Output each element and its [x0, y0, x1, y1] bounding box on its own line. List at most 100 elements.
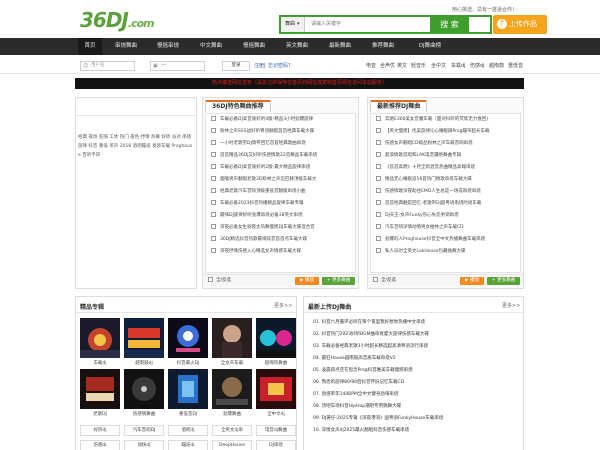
checkbox[interactable]: [211, 163, 216, 169]
password-field[interactable]: ▣ ••: [150, 61, 205, 71]
checkbox[interactable]: [211, 115, 216, 121]
album-cover[interactable]: [212, 318, 252, 358]
list-item[interactable]: 【英文慢摇】优美旋律沁心睡眠踩Prog蹦窄超长车载: [376, 127, 490, 137]
album-label[interactable]: 超嗨热舞曲: [254, 360, 298, 366]
album-cover[interactable]: [124, 318, 164, 358]
category-tag[interactable]: 全英文dj串: [212, 425, 252, 436]
list-item[interactable]: 36DJ精选抖音热歌最嗨炫音首首点车载大碟: [211, 235, 307, 245]
search-button[interactable]: 搜 索: [430, 17, 469, 32]
checkbox[interactable]: [376, 163, 381, 169]
album-cover[interactable]: [80, 369, 120, 409]
list-item[interactable]: 经典老歌汽车音响顶级重低音翻版串烧小曲: [211, 187, 306, 197]
checkbox[interactable]: [376, 187, 381, 193]
list-item[interactable]: 劲爆的人Proghouse抖音全中文热播舞曲车载串烧: [376, 235, 485, 245]
list-item[interactable]: 06. 熟悉的旋律80/90后抖音怀旧记忆车载CD: [313, 378, 404, 388]
category-tag[interactable]: 伤感dj: [80, 440, 120, 450]
nav-item-newest[interactable]: 最新舞曲: [322, 38, 358, 55]
quick-link-car-dj[interactable]: 车载dj: [451, 62, 466, 70]
list-item[interactable]: 汽车音响深情动情男女柏林之声车载CD: [376, 223, 464, 233]
list-item[interactable]: 04. 最狂House越南鼓高音质车载串烧V2: [313, 354, 396, 364]
play-button[interactable]: ▶ 播放: [460, 277, 484, 285]
quick-link-english[interactable]: 英文: [397, 62, 407, 70]
album-cover[interactable]: [124, 369, 164, 409]
list-item[interactable]: 粉林之声SSS战好听粤语翻唱首首经典车载大碟: [211, 127, 314, 137]
category-tag[interactable]: 蹦迪dj: [168, 440, 208, 450]
list-item[interactable]: 首首经典翻是回忆-老歌带DJ超粤语串烧时尚车载: [376, 199, 481, 209]
album-cover[interactable]: [168, 369, 208, 409]
login-button[interactable]: 登录: [222, 61, 250, 71]
more-songs-button[interactable]: + 更多舞曲: [322, 277, 355, 285]
checkbox[interactable]: [211, 127, 216, 133]
checkbox[interactable]: [211, 223, 216, 229]
checkbox[interactable]: [211, 247, 216, 253]
albums-more-link[interactable]: 更多>>: [274, 302, 292, 309]
list-item[interactable]: 08. 顶吧车场抖音HipHop潮吧专用跳舞大碟: [313, 402, 401, 412]
notice-banner[interactable]: 热点推送网址发布（请关注并保存在首页的网址或复制首页网址访问本站服务）: [75, 78, 524, 89]
select-all-checkbox[interactable]: [208, 277, 213, 282]
list-item[interactable]: 07. 劲感率年140BPM全中文健身劲嗨串烧: [313, 390, 398, 400]
album-cover[interactable]: [256, 369, 296, 409]
nav-item-slow-medley[interactable]: 慢摇串烧: [150, 38, 186, 55]
checkbox[interactable]: [211, 151, 216, 157]
category-tag[interactable]: 好听dj: [80, 425, 120, 436]
album-label[interactable]: 越南鼓dj: [122, 360, 166, 366]
list-item[interactable]: 首首精品36DJ又好听伤感情歌22首精品车载串烧: [211, 151, 317, 161]
list-item[interactable]: 深夜必备女生剥夜太热舞慢摇DJ车载大碟混合音: [211, 223, 315, 233]
more-songs-button[interactable]: + 更多舞曲: [487, 277, 520, 285]
album-cover[interactable]: [212, 369, 252, 409]
forgot-password-link[interactable]: 忘记密码?: [268, 62, 291, 70]
checkbox[interactable]: [211, 187, 216, 193]
category-tag[interactable]: DeepHouse: [212, 440, 252, 450]
album-cover[interactable]: [256, 318, 296, 358]
quick-link-vietnam-drum[interactable]: 越南鼓: [489, 62, 504, 70]
list-item[interactable]: 精品无心睡眠追18首热门情歌串烧车载大碟: [376, 175, 472, 185]
list-item[interactable]: 深夜抒情伤感入心精选女声情感车载大碟: [211, 247, 301, 257]
checkbox[interactable]: [376, 151, 381, 157]
checkbox[interactable]: [376, 199, 381, 205]
list-item[interactable]: 最嗨DJ旋律好听劲爆串烧必备38英文串烧: [211, 211, 303, 221]
nav-item-slow[interactable]: 慢摇舞曲: [236, 38, 272, 55]
checkbox[interactable]: [376, 223, 381, 229]
select-all-label[interactable]: 全/反选: [216, 277, 231, 285]
nav-item-english[interactable]: 英文舞曲: [279, 38, 315, 55]
list-item[interactable]: 01. 抖音六月循环必听在每个夜里我好想你热播中文串烧: [313, 318, 425, 328]
album-cover[interactable]: [168, 318, 208, 358]
site-logo[interactable]: 36DJ.com: [80, 8, 155, 32]
nav-item-recommended[interactable]: 推荐舞曲: [365, 38, 401, 55]
quick-link-bass[interactable]: 重低音: [508, 62, 523, 70]
register-link[interactable]: 注册: [254, 62, 264, 70]
nav-item-medley[interactable]: 串烧舞曲: [108, 38, 144, 55]
list-item[interactable]: 伤感女声翻唱CD级品粉林之声车载音响串烧: [376, 139, 473, 149]
album-cover[interactable]: [80, 318, 120, 358]
checkbox[interactable]: [211, 199, 216, 205]
category-tag[interactable]: DJ串烧: [256, 440, 296, 450]
checkbox[interactable]: [211, 211, 216, 217]
special-tab[interactable]: 36DJ特色舞曲推荐: [205, 100, 271, 112]
checkbox[interactable]: [376, 127, 381, 133]
list-item[interactable]: 05. 凌晨四点还在思念Prog抖音唯美车载慢摇串烧: [313, 366, 413, 376]
list-item[interactable]: 烟嗓男声翻唱老歌3D粉林之声迈巴赫顶级车载大: [211, 175, 316, 185]
search-category-select[interactable]: 舞曲: [281, 17, 305, 32]
checkbox[interactable]: [211, 235, 216, 241]
album-label[interactable]: 车载dj: [78, 360, 122, 366]
select-all-checkbox[interactable]: [373, 277, 378, 282]
category-tag[interactable]: 电音dj舞曲: [256, 425, 296, 436]
checkbox[interactable]: [211, 139, 216, 145]
album-label[interactable]: 老歌DJ: [78, 411, 122, 417]
quick-link-electronic[interactable]: 电音: [366, 62, 376, 70]
list-item[interactable]: 车载必备2023抖音热播精品旋律车载专辑: [211, 199, 303, 209]
list-item[interactable]: 02. 抖音热门2023好听BGM曲串衰夏大旋律伤感车载大碟: [313, 330, 429, 340]
nav-item-home[interactable]: 首页: [78, 38, 102, 55]
checkbox[interactable]: [376, 175, 381, 181]
list-item[interactable]: 私人派对全英文LakHouse包藏抛舞大碟: [376, 247, 465, 257]
list-item[interactable]: 超浪情歌首唱和LAK电音疆绝舞曲专辑: [376, 151, 461, 161]
play-button[interactable]: ▶ 播放: [295, 277, 319, 285]
checkbox[interactable]: [376, 115, 381, 121]
nav-item-chart[interactable]: DJ舞曲榜: [410, 38, 450, 55]
category-tag[interactable]: 汽车音响DJ: [124, 425, 164, 436]
list-item[interactable]: 车载必备DJ高音质好听4版-精品3小时劲爆旋律: [211, 115, 313, 125]
list-item[interactable]: DJ天王-女声Funky伤心失恋男调串烧: [376, 211, 459, 221]
list-item[interactable]: 奔驰E300美女音魔车载（面对抖听的荧炼无力挽回): [376, 115, 488, 125]
checkbox[interactable]: [211, 175, 216, 181]
newest-more-link[interactable]: 更多>>: [502, 302, 520, 309]
